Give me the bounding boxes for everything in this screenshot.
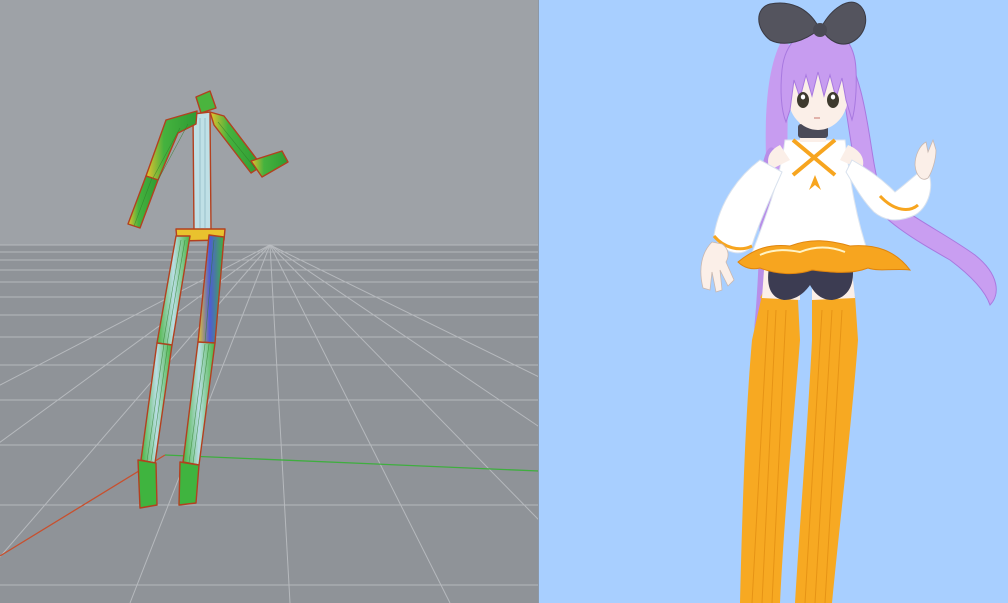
spine-bone (192, 111, 212, 232)
skeleton-viewport[interactable] (0, 0, 539, 603)
render-viewport[interactable] (539, 0, 1008, 603)
right-eye (827, 92, 839, 108)
viewport-background (0, 0, 539, 245)
character-canvas (539, 0, 1008, 603)
skeleton-canvas[interactable] (0, 0, 539, 603)
right-foot-bone (178, 461, 200, 506)
left-foot-bone (137, 459, 158, 509)
floor-plane (0, 245, 539, 603)
left-eye (797, 92, 809, 108)
